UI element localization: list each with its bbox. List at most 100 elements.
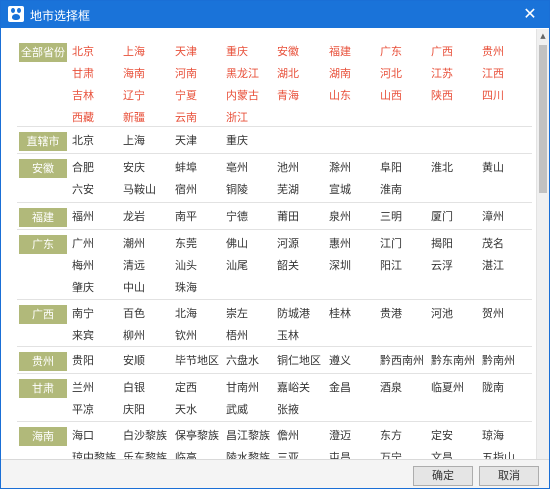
city-item[interactable]: 龙岩 (123, 206, 174, 228)
city-item[interactable]: 毕节地区 (175, 350, 226, 372)
city-item[interactable]: 泉州 (329, 206, 380, 228)
city-item[interactable]: 淮北 (431, 157, 482, 179)
city-item[interactable]: 厦门 (431, 206, 482, 228)
city-item[interactable]: 韶关 (277, 255, 328, 277)
city-item[interactable]: 广东 (380, 41, 431, 63)
province-label[interactable]: 安徽 (19, 159, 67, 178)
city-item[interactable]: 白沙黎族 (123, 425, 174, 447)
city-item[interactable]: 黑龙江 (226, 63, 277, 85)
city-item[interactable]: 广西 (431, 41, 482, 63)
city-item[interactable]: 文昌 (431, 447, 482, 459)
scroll-up-arrow-icon[interactable]: ▲ (537, 29, 549, 43)
city-item[interactable]: 北京 (72, 130, 123, 152)
city-item[interactable]: 清远 (123, 255, 174, 277)
city-item[interactable]: 黔南州 (482, 350, 533, 372)
city-item[interactable]: 南平 (175, 206, 226, 228)
city-item[interactable]: 北京 (72, 41, 123, 63)
city-item[interactable]: 青海 (277, 85, 328, 107)
city-item[interactable]: 广州 (72, 233, 123, 255)
city-item[interactable]: 庆阳 (123, 399, 174, 421)
city-item[interactable]: 三亚 (277, 447, 328, 459)
city-item[interactable]: 琼中黎族 (72, 447, 123, 459)
city-item[interactable]: 潮州 (123, 233, 174, 255)
city-item[interactable]: 江西 (482, 63, 533, 85)
city-item[interactable]: 上海 (123, 41, 174, 63)
city-item[interactable]: 淮南 (380, 179, 431, 201)
city-item[interactable]: 天津 (175, 130, 226, 152)
city-item[interactable]: 张掖 (277, 399, 328, 421)
city-item[interactable]: 陵水黎族 (226, 447, 277, 459)
city-item[interactable]: 茂名 (482, 233, 533, 255)
city-item[interactable]: 吉林 (72, 85, 123, 107)
city-item[interactable]: 贺州 (482, 303, 533, 325)
city-item[interactable]: 深圳 (329, 255, 380, 277)
city-item[interactable]: 佛山 (226, 233, 277, 255)
province-label[interactable]: 广东 (19, 235, 67, 254)
city-item[interactable]: 贵港 (380, 303, 431, 325)
city-item[interactable]: 蚌埠 (175, 157, 226, 179)
city-item[interactable]: 合肥 (72, 157, 123, 179)
city-item[interactable]: 北海 (175, 303, 226, 325)
city-item[interactable]: 马鞍山 (123, 179, 174, 201)
city-item[interactable]: 湛江 (482, 255, 533, 277)
city-item[interactable]: 山东 (329, 85, 380, 107)
city-item[interactable]: 四川 (482, 85, 533, 107)
city-item[interactable]: 河池 (431, 303, 482, 325)
city-item[interactable]: 福建 (329, 41, 380, 63)
city-item[interactable]: 河源 (277, 233, 328, 255)
city-item[interactable]: 江门 (380, 233, 431, 255)
city-item[interactable]: 平凉 (72, 399, 123, 421)
city-item[interactable]: 宣城 (329, 179, 380, 201)
city-item[interactable]: 万宁 (380, 447, 431, 459)
city-item[interactable]: 芜湖 (277, 179, 328, 201)
province-label[interactable]: 福建 (19, 208, 67, 227)
city-item[interactable]: 琼海 (482, 425, 533, 447)
cancel-button[interactable]: 取消 (479, 466, 539, 486)
city-item[interactable]: 云浮 (431, 255, 482, 277)
city-item[interactable]: 辽宁 (123, 85, 174, 107)
city-item[interactable]: 湖南 (329, 63, 380, 85)
city-item[interactable]: 揭阳 (431, 233, 482, 255)
city-item[interactable]: 遵义 (329, 350, 380, 372)
city-item[interactable]: 天水 (175, 399, 226, 421)
city-item[interactable]: 江苏 (431, 63, 482, 85)
city-item[interactable]: 贵州 (482, 41, 533, 63)
city-item[interactable]: 上海 (123, 130, 174, 152)
province-label[interactable]: 广西 (19, 305, 67, 324)
city-item[interactable]: 玉林 (277, 325, 328, 347)
city-item[interactable]: 宁夏 (175, 85, 226, 107)
city-item[interactable]: 兰州 (72, 377, 123, 399)
region-list[interactable]: 全部省份 北京 上海 天津 重庆 安徽 福建 广东 广西 贵州 甘肃 海南 河南 黑龙江 湖北 湖南 河北 江苏江… (2, 29, 536, 459)
city-item[interactable]: 六盘水 (226, 350, 277, 372)
city-item[interactable]: 贵阳 (72, 350, 123, 372)
city-item[interactable]: 屯昌 (329, 447, 380, 459)
city-item[interactable]: 宁德 (226, 206, 277, 228)
city-item[interactable]: 河北 (380, 63, 431, 85)
city-item[interactable]: 中山 (123, 277, 174, 299)
city-item[interactable]: 莆田 (277, 206, 328, 228)
city-item[interactable]: 黔东南州 (431, 350, 482, 372)
city-item[interactable]: 乐东黎族 (123, 447, 174, 459)
city-item[interactable]: 黄山 (482, 157, 533, 179)
vertical-scrollbar[interactable]: ▲ (536, 29, 549, 459)
city-item[interactable]: 阳江 (380, 255, 431, 277)
city-item[interactable]: 酒泉 (380, 377, 431, 399)
city-item[interactable]: 陕西 (431, 85, 482, 107)
city-item[interactable]: 定西 (175, 377, 226, 399)
city-item[interactable]: 梅州 (72, 255, 123, 277)
ok-button[interactable]: 确定 (413, 466, 473, 486)
province-label[interactable]: 甘肃 (19, 379, 67, 398)
city-item[interactable]: 汕头 (175, 255, 226, 277)
city-item[interactable]: 甘南州 (226, 377, 277, 399)
province-label[interactable]: 直辖市 (19, 132, 67, 151)
city-item[interactable]: 甘肃 (72, 63, 123, 85)
province-label[interactable]: 全部省份 (19, 43, 67, 62)
city-item[interactable]: 黔西南州 (380, 350, 431, 372)
city-item[interactable]: 三明 (380, 206, 431, 228)
province-label[interactable]: 贵州 (19, 352, 67, 371)
city-item[interactable]: 山西 (380, 85, 431, 107)
city-item[interactable]: 安徽 (277, 41, 328, 63)
city-item[interactable]: 汕尾 (226, 255, 277, 277)
city-item[interactable]: 昌江黎族 (226, 425, 277, 447)
city-item[interactable]: 保亭黎族 (175, 425, 226, 447)
